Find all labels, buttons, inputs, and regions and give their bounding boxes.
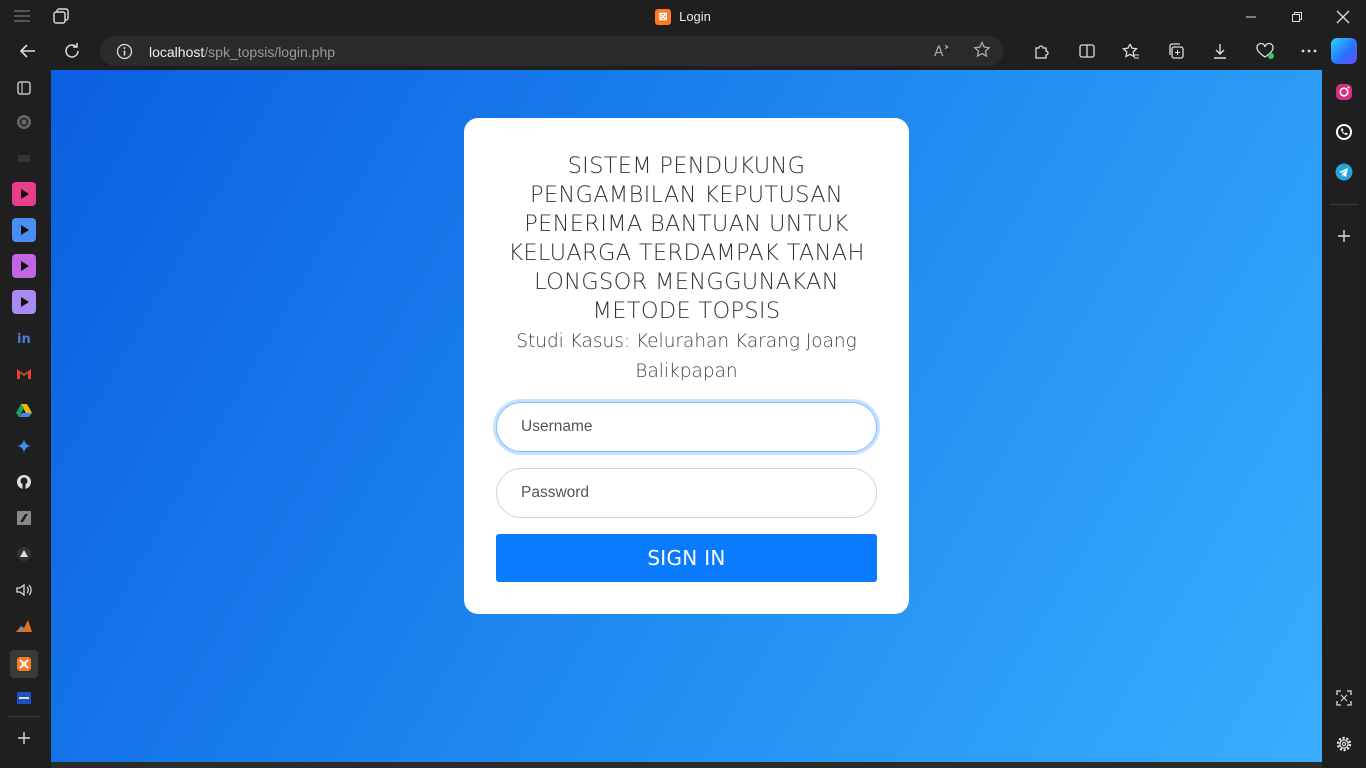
browser-toolbar: localhost/spk_topsis/login.php A [0, 33, 1366, 70]
restore-button[interactable] [1274, 0, 1320, 33]
login-card: SISTEM PENDUKUNG PENGAMBILAN KEPUTUSAN P… [464, 118, 909, 614]
collections-icon[interactable] [1154, 37, 1199, 65]
linkedin-icon[interactable]: in [12, 326, 36, 350]
toolbox-icon[interactable] [12, 686, 36, 710]
sign-in-button[interactable]: SIGN IN [496, 534, 877, 582]
workspaces-icon[interactable] [52, 7, 70, 25]
media-player-pink-icon[interactable] [12, 182, 36, 206]
close-button[interactable] [1320, 0, 1366, 33]
profile-menu-icon[interactable] [12, 7, 32, 25]
telegram-icon[interactable] [1334, 162, 1354, 182]
whatsapp-icon[interactable] [1334, 122, 1354, 142]
extensions-icon[interactable] [1020, 37, 1065, 65]
address-bar[interactable]: localhost/spk_topsis/login.php A [100, 36, 1003, 66]
password-input[interactable] [496, 468, 877, 518]
screenshot-icon[interactable] [1334, 688, 1354, 708]
edge-sidebar [1322, 70, 1366, 768]
tab-actions-icon[interactable] [12, 76, 36, 100]
media-player-violet-icon[interactable] [12, 290, 36, 314]
login-title: SISTEM PENDUKUNG PENGAMBILAN KEPUTUSAN P… [508, 153, 865, 324]
triangle-app-icon[interactable] [12, 542, 36, 566]
refresh-button[interactable] [57, 37, 87, 65]
svg-text:A: A [934, 44, 944, 59]
favorites-icon[interactable] [1109, 37, 1154, 65]
vertical-tabs-sidebar: in [0, 70, 51, 768]
page-bottom-strip [51, 762, 1322, 768]
chatgpt-tab-icon[interactable] [12, 110, 36, 134]
url-path: /spk_topsis/login.php [204, 44, 336, 60]
app-icon[interactable] [12, 506, 36, 530]
right-sidebar-divider [1330, 204, 1358, 205]
add-icon[interactable] [12, 726, 36, 750]
split-screen-icon[interactable] [1065, 37, 1110, 65]
svg-text:in: in [17, 332, 31, 346]
copilot-icon[interactable] [1331, 38, 1357, 64]
google-drive-icon[interactable] [12, 398, 36, 422]
more-menu-icon[interactable] [1287, 37, 1332, 65]
add-sidebar-app-icon[interactable] [1334, 226, 1354, 246]
back-button[interactable] [13, 37, 43, 65]
login-subtitle: Studi Kasus: Kelurahan Karang Joang Bali… [516, 331, 857, 382]
github-icon[interactable] [12, 470, 36, 494]
username-input[interactable] [496, 402, 877, 452]
browser-essentials-icon[interactable] [1243, 37, 1288, 65]
url-host: localhost [149, 44, 205, 60]
sidebar-divider [8, 716, 40, 717]
minimize-button[interactable] [1228, 0, 1274, 33]
mail-tab-icon[interactable] [12, 146, 36, 170]
favorite-star-icon[interactable] [973, 41, 991, 59]
gmail-icon[interactable] [12, 362, 36, 386]
settings-icon[interactable] [1334, 734, 1354, 754]
media-player-blue-icon[interactable] [12, 218, 36, 242]
url-text[interactable]: localhost/spk_topsis/login.php [149, 44, 335, 60]
matlab-icon[interactable] [12, 614, 36, 638]
read-aloud-icon[interactable]: A [933, 41, 951, 59]
xampp-favicon-icon: ⊠ [655, 8, 672, 25]
page-viewport: SISTEM PENDUKUNG PENGAMBILAN KEPUTUSAN P… [51, 70, 1322, 762]
instagram-icon[interactable] [1334, 82, 1354, 102]
title-bar: ⊠ Login [0, 0, 1366, 33]
xampp-icon[interactable] [10, 650, 38, 678]
downloads-icon[interactable] [1198, 37, 1243, 65]
speaker-icon[interactable] [12, 578, 36, 602]
window-title: Login [679, 9, 711, 24]
media-player-purple-icon[interactable] [12, 254, 36, 278]
gemini-icon[interactable] [12, 434, 36, 458]
site-info-icon[interactable] [116, 43, 133, 60]
